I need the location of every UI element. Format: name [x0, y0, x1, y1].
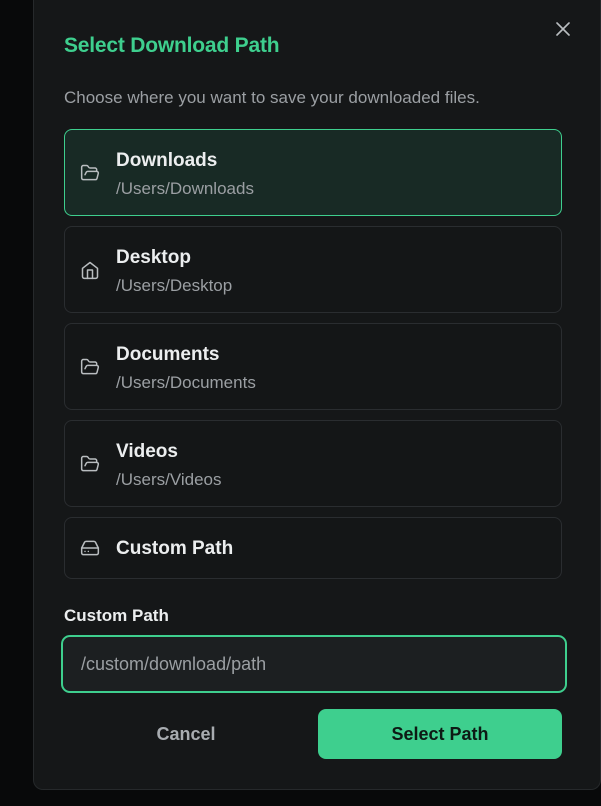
option-downloads[interactable]: Downloads /Users/Downloads	[64, 129, 562, 216]
folder-open-icon	[80, 357, 100, 377]
folder-open-icon	[80, 163, 100, 183]
home-icon	[80, 260, 100, 280]
custom-path-input[interactable]	[61, 635, 567, 693]
option-desktop[interactable]: Desktop /Users/Desktop	[64, 226, 562, 313]
close-icon	[556, 22, 570, 36]
close-button[interactable]	[552, 18, 574, 40]
option-name: Desktop	[116, 247, 191, 268]
cancel-button[interactable]: Cancel	[64, 709, 308, 759]
option-documents[interactable]: Documents /Users/Documents	[64, 323, 562, 410]
option-name: Documents	[116, 344, 220, 365]
option-name: Custom Path	[116, 538, 234, 559]
option-name: Videos	[116, 441, 178, 462]
custom-path-label: Custom Path	[64, 606, 169, 625]
select-download-path-dialog: Select Download Path Choose where you wa…	[33, 0, 601, 790]
option-name: Downloads	[116, 150, 218, 171]
option-custom-path[interactable]: Custom Path	[64, 517, 562, 579]
select-path-button[interactable]: Select Path	[318, 709, 562, 759]
option-path: /Users/Videos	[116, 470, 222, 489]
dialog-title: Select Download Path	[64, 34, 280, 57]
option-path: /Users/Desktop	[116, 276, 233, 295]
option-videos[interactable]: Videos /Users/Videos	[64, 420, 562, 507]
dialog-description: Choose where you want to save your downl…	[64, 88, 480, 107]
hard-drive-icon	[80, 538, 100, 558]
option-path: /Users/Documents	[116, 373, 256, 392]
folder-open-icon	[80, 454, 100, 474]
option-path: /Users/Downloads	[116, 179, 254, 198]
